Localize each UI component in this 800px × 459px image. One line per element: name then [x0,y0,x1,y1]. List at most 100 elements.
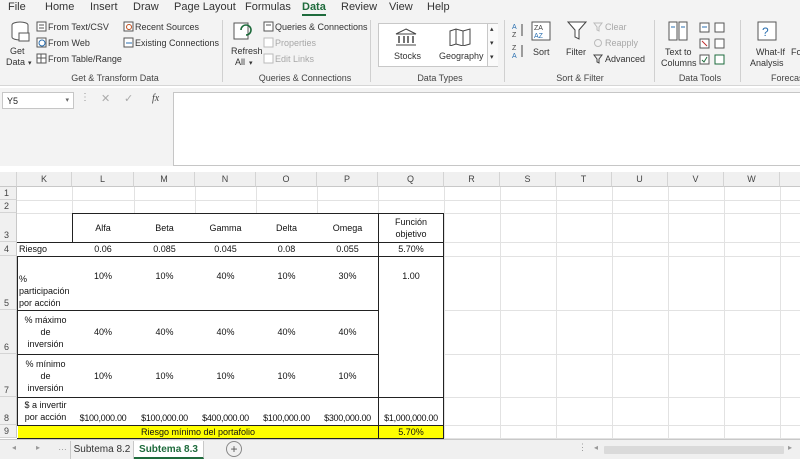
group-separator [654,20,655,82]
cell-riesgo-objective[interactable]: 5.70% [378,242,444,256]
label-riesgo[interactable]: Riesgo [19,242,72,256]
cell-inv-delta[interactable]: $100,000.00 [256,411,317,425]
group-separator [370,20,371,82]
more-sheets-icon[interactable]: … [58,442,67,452]
header-alfa[interactable]: Alfa [72,213,134,242]
tab-draw[interactable]: Draw [133,1,159,13]
chevron-up-icon: ▴ [490,26,494,33]
label-minimo[interactable]: % mínimo de inversión [19,354,72,397]
label-participacion[interactable]: % participación por acción [19,256,72,310]
clear-button[interactable]: Clear [605,22,627,33]
cell-part-beta[interactable]: 10% [134,256,195,296]
cell-riesgo-alfa[interactable]: 0.06 [72,242,134,256]
header-omega[interactable]: Omega [317,213,378,242]
tab-splitter-icon[interactable]: ⋮ [578,442,587,453]
hscroll-left-icon[interactable]: ◂ [594,443,598,452]
tab-review[interactable]: Review [341,1,377,13]
cell-inv-gamma[interactable]: $400,000.00 [195,411,256,425]
cell-min-gamma[interactable]: 10% [195,354,256,397]
cell-inv-alfa[interactable]: $100,000.00 [72,411,134,425]
cell-part-omega[interactable]: 30% [317,256,378,296]
cell-part-gamma[interactable]: 40% [195,256,256,296]
tab-file[interactable]: File [8,1,26,13]
cell-inv-beta[interactable]: $100,000.00 [134,411,195,425]
cell-max-gamma[interactable]: 40% [195,310,256,354]
map-icon [449,28,471,46]
tab-view[interactable]: View [389,1,413,13]
tab-page-layout[interactable]: Page Layout [174,1,236,13]
queries-connections-button[interactable]: Queries & Connections [275,22,368,33]
from-web-button[interactable]: From Web [48,38,90,49]
check-icon[interactable]: ✓ [124,92,133,105]
tab-insert[interactable]: Insert [90,1,118,13]
cell-min-delta[interactable]: 10% [256,354,317,397]
relationships-icon[interactable] [714,38,725,49]
cell-inv-omega[interactable]: $300,000.00 [317,411,378,425]
table-icon [36,53,47,64]
edit-links-button[interactable]: Edit Links [275,54,314,65]
cell-min-omega[interactable]: 10% [317,354,378,397]
what-if-icon: ? [757,21,777,41]
existing-connections-button[interactable]: Existing Connections [135,38,219,49]
cell-part-objective[interactable]: 1.00 [378,256,444,296]
forecast-sheet-label[interactable]: Fo [791,47,800,58]
scroll-right-icon[interactable]: ▸ [36,443,40,452]
header-objective-function[interactable]: Función objetivo [380,213,442,242]
cell-riesgo-omega[interactable]: 0.055 [317,242,378,256]
from-table-range-button[interactable]: From Table/Range [48,54,122,65]
chevron-down-icon: ▾ [249,60,253,67]
tab-help[interactable]: Help [427,1,450,13]
properties-button[interactable]: Properties [275,38,316,49]
cell-riesgo-beta[interactable]: 0.085 [134,242,195,256]
cell-min-beta[interactable]: 10% [134,354,195,397]
tab-home[interactable]: Home [45,1,74,13]
tab-formulas[interactable]: Formulas [245,1,291,13]
header-delta[interactable]: Delta [256,213,317,242]
header-gamma[interactable]: Gamma [195,213,256,242]
svg-text:A: A [512,53,517,59]
summary-label[interactable]: Riesgo mínimo del portafolio [18,426,378,438]
text-to-label: Text to [665,47,692,57]
sheet-tab-subtema-8-3[interactable]: Subtema 8.3 [134,441,204,459]
data-validation-icon[interactable] [699,54,710,65]
cell-riesgo-gamma[interactable]: 0.045 [195,242,256,256]
gallery-scroll[interactable]: ▴ ▾ ▾ [487,24,498,66]
sort-dialog-icon: ZAAZ [531,21,551,41]
header-beta[interactable]: Beta [134,213,195,242]
cell-min-alfa[interactable]: 10% [72,354,134,397]
group-separator [740,20,741,82]
cell-part-alfa[interactable]: 10% [72,256,134,296]
add-sheet-button[interactable]: + [226,441,242,457]
consolidate-icon[interactable] [714,22,725,33]
sort-za-icon[interactable]: ZA [511,43,525,59]
cell-max-alfa[interactable]: 40% [72,310,134,354]
horizontal-scrollbar[interactable] [604,446,784,454]
name-box[interactable]: Y5 ▾ [2,92,74,109]
cell-max-omega[interactable]: 40% [317,310,378,354]
advanced-button[interactable]: Advanced [605,54,645,65]
label-maximo[interactable]: % máximo de inversión [19,310,72,354]
clear-filter-icon [593,22,603,32]
hscroll-right-icon[interactable]: ▸ [788,443,792,452]
summary-value[interactable]: 5.70% [379,426,443,438]
from-text-csv-button[interactable]: From Text/CSV [48,22,109,33]
data-model-icon[interactable] [714,54,725,65]
cell-max-beta[interactable]: 40% [134,310,195,354]
flash-fill-icon[interactable] [699,22,710,33]
cell-riesgo-delta[interactable]: 0.08 [256,242,317,256]
remove-duplicates-icon[interactable] [699,38,710,49]
scroll-left-icon[interactable]: ◂ [12,443,16,452]
cell-max-delta[interactable]: 40% [256,310,317,354]
formula-input[interactable] [173,92,800,166]
recent-sources-button[interactable]: Recent Sources [135,22,199,33]
label-invertir[interactable]: $ a invertir por acción [19,397,72,425]
insert-function-icon[interactable]: fx [152,93,159,104]
filter-label: Filter [566,47,586,57]
tab-data[interactable]: Data [302,1,326,16]
cancel-icon[interactable]: ✕ [101,92,110,105]
sheet-tab-subtema-8-2[interactable]: Subtema 8.2 [70,441,134,459]
cell-part-delta[interactable]: 10% [256,256,317,296]
reapply-button[interactable]: Reapply [605,38,638,49]
cell-inv-total[interactable]: $1,000,000.00 [378,411,444,425]
sort-az-icon[interactable]: AZ [511,22,525,38]
